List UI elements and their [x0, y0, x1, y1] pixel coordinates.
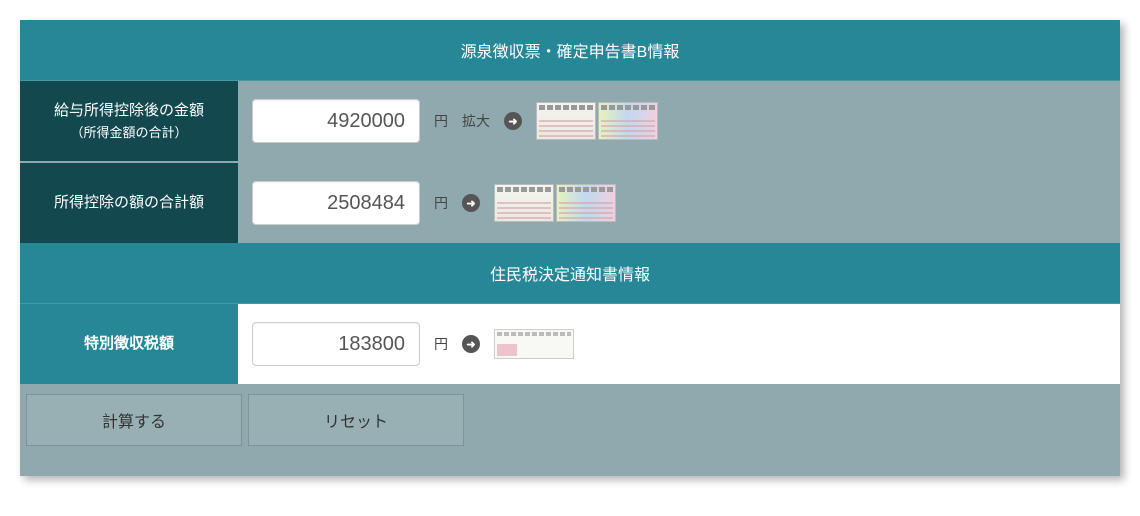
- content-deduction: 円 ➜: [238, 163, 1120, 243]
- unit-income: 円: [434, 111, 448, 131]
- thumbnail-income[interactable]: [536, 102, 658, 140]
- arrow-right-icon[interactable]: ➜: [504, 112, 522, 130]
- document-thumb-icon: [536, 102, 596, 140]
- thumbnail-special-tax[interactable]: [494, 329, 574, 359]
- label-special-tax-text: 特別徴収税額: [84, 332, 174, 356]
- document-thumb-colorful-icon: [556, 184, 616, 222]
- content-special-tax: 円 ➜: [238, 304, 1120, 384]
- input-special-tax[interactable]: [252, 322, 420, 366]
- label-income-line2: （所得金額の合計）: [70, 123, 187, 144]
- section-header-2: 住民税決定通知書情報: [20, 243, 1120, 304]
- label-income: 給与所得控除後の金額 （所得金額の合計）: [20, 81, 238, 161]
- expand-text-income: 拡大: [462, 111, 490, 131]
- section-header-1: 源泉徴収票・確定申告書B情報: [20, 20, 1120, 81]
- button-row: 計算する リセット: [20, 384, 1120, 446]
- document-thumb-icon: [494, 184, 554, 222]
- row-income: 給与所得控除後の金額 （所得金額の合計） 円 拡大 ➜: [20, 81, 1120, 161]
- arrow-right-icon[interactable]: ➜: [462, 194, 480, 212]
- label-special-tax: 特別徴収税額: [20, 304, 238, 384]
- label-income-line1: 給与所得控除後の金額: [54, 99, 204, 123]
- arrow-right-icon[interactable]: ➜: [462, 335, 480, 353]
- row-deduction: 所得控除の額の合計額 円 ➜: [20, 163, 1120, 243]
- row-special-tax: 特別徴収税額 円 ➜: [20, 304, 1120, 384]
- document-thumb-icon: [494, 329, 574, 359]
- unit-special-tax: 円: [434, 334, 448, 354]
- thumbnail-deduction[interactable]: [494, 184, 616, 222]
- calculate-button[interactable]: 計算する: [26, 394, 242, 446]
- reset-button[interactable]: リセット: [248, 394, 464, 446]
- content-income: 円 拡大 ➜: [238, 81, 1120, 161]
- document-thumb-colorful-icon: [598, 102, 658, 140]
- unit-deduction: 円: [434, 193, 448, 213]
- input-income[interactable]: [252, 99, 420, 143]
- label-deduction: 所得控除の額の合計額: [20, 163, 238, 243]
- label-deduction-text: 所得控除の額の合計額: [54, 191, 204, 215]
- input-deduction[interactable]: [252, 181, 420, 225]
- tax-form-panel: 源泉徴収票・確定申告書B情報 給与所得控除後の金額 （所得金額の合計） 円 拡大…: [20, 20, 1120, 476]
